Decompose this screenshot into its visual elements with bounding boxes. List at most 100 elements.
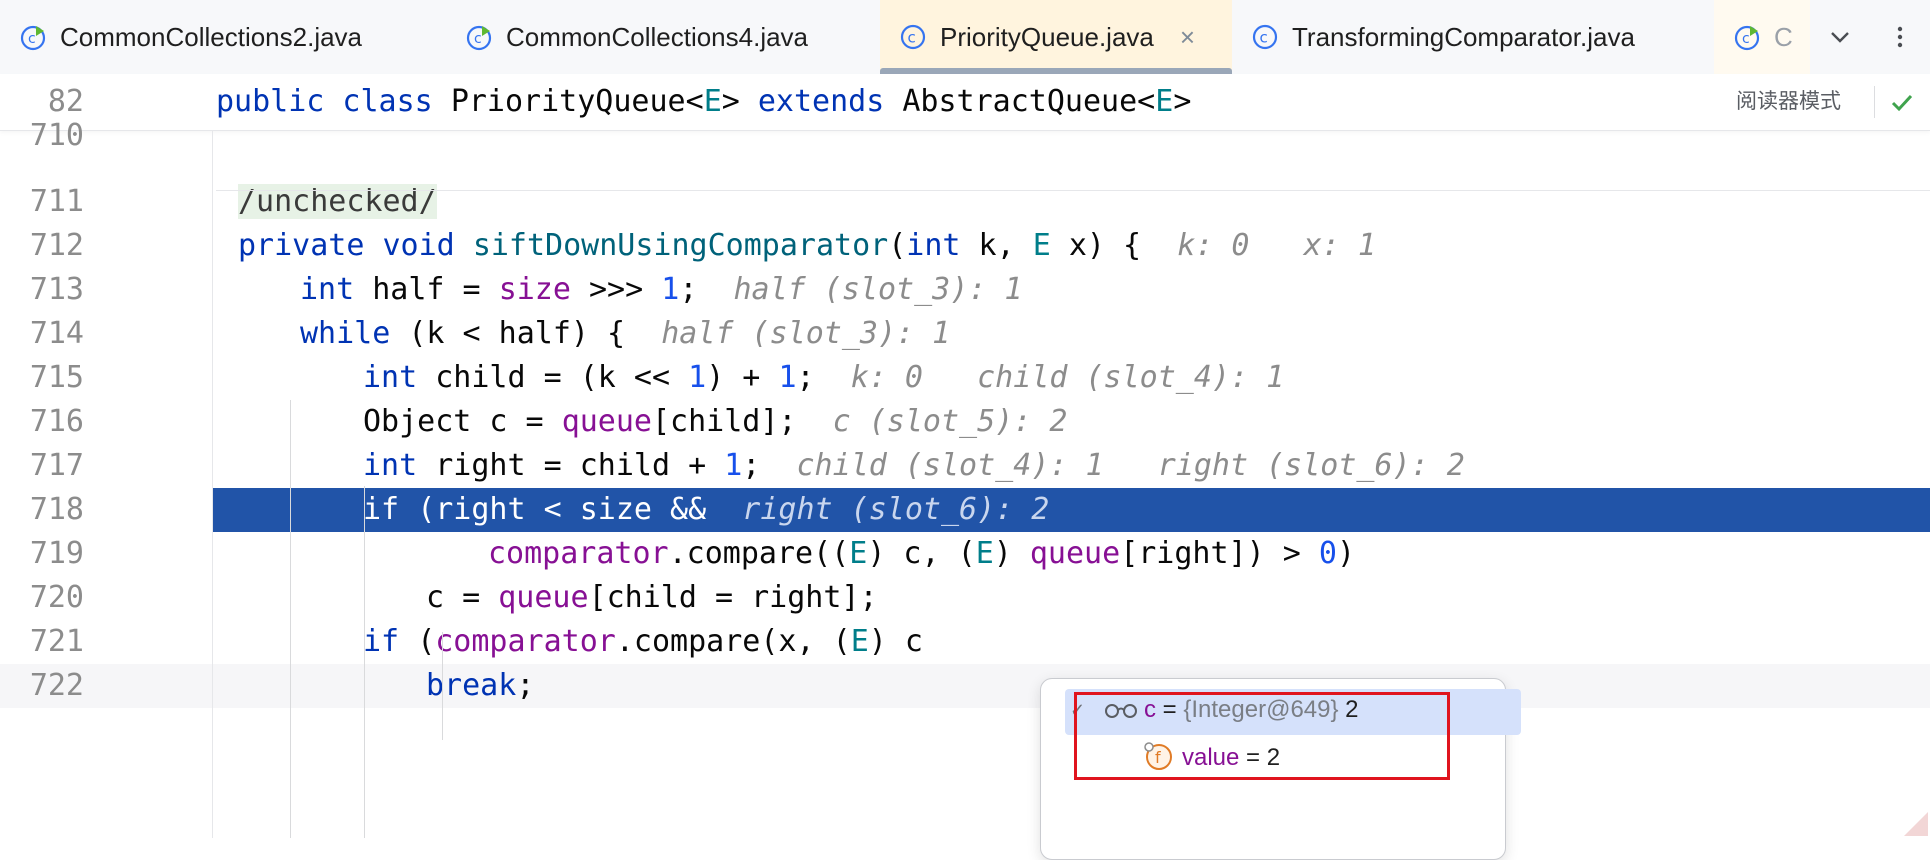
code-token: k, <box>978 228 1033 263</box>
line-number[interactable]: 714 <box>0 312 84 356</box>
code-token: 1 <box>724 448 743 483</box>
code-token: (right < size && <box>417 492 743 527</box>
code-token: [right]) > <box>1120 536 1319 571</box>
code-token: int <box>363 448 436 483</box>
code-token: int <box>363 360 436 395</box>
code-token: half = <box>372 272 499 307</box>
line-number[interactable]: 720 <box>0 576 84 620</box>
inline-debug-value: half (slot_3): 1 <box>733 272 1023 307</box>
separator <box>216 190 1930 191</box>
code-token: comparator <box>488 536 669 571</box>
code-line[interactable]: 714 while (k < half) { half (slot_3): 1 <box>0 312 1930 356</box>
code-token: comparator <box>435 624 616 659</box>
code-token: ( <box>417 624 436 659</box>
code-token: ) <box>993 536 1030 571</box>
line-number[interactable]: 716 <box>0 400 84 444</box>
more-vertical-icon[interactable] <box>1886 23 1914 51</box>
tab-commoncollections2[interactable]: c CommonCollections2.java <box>0 0 446 74</box>
line-number[interactable]: 719 <box>0 532 84 576</box>
code-content: int child = (k << 1) + 1; k: 0 child (sl… <box>363 356 1284 400</box>
code-content: if (comparator.compare(x, (E) c <box>363 620 923 664</box>
code-token: queue <box>498 580 589 615</box>
code-line[interactable]: 712 private void siftDownUsingComparator(… <box>0 224 1930 268</box>
tab-label: C <box>1774 21 1793 52</box>
code-token: E <box>1032 228 1069 263</box>
code-line[interactable]: 713 int half = size >>> 1; half (slot_3):… <box>0 268 1930 312</box>
java-class-icon: c <box>900 24 926 50</box>
tab-label: CommonCollections2.java <box>60 21 363 52</box>
code-token: int <box>906 228 979 263</box>
code-editor[interactable]: 710 711/unchecked/712 private void siftDow… <box>0 118 1930 838</box>
line-number[interactable]: 711 <box>0 180 84 224</box>
tab-label: TransformingComparator.java <box>1292 21 1635 52</box>
code-content: private void siftDownUsingComparator(int… <box>238 224 1376 268</box>
code-token: ) c, ( <box>867 536 976 571</box>
line-number[interactable]: 722 <box>0 664 84 708</box>
code-content: c = queue[child = right]; <box>426 576 878 620</box>
code-token: x) { <box>1068 228 1178 263</box>
java-class-icon: c <box>1252 24 1278 50</box>
indent-guide <box>290 400 291 838</box>
code-token: E <box>849 536 868 571</box>
code-token: ; <box>742 448 797 483</box>
code-content: int half = size >>> 1; half (slot_3): 1 <box>300 268 1022 312</box>
svg-text:c: c <box>1260 29 1268 47</box>
line-number[interactable]: 717 <box>0 444 84 488</box>
tab-label: CommonCollections4.java <box>506 21 809 52</box>
inline-debug-value: child (slot_4): 1 right (slot_6): 2 <box>796 448 1465 483</box>
line-number[interactable]: 712 <box>0 224 84 268</box>
line-number[interactable]: 713 <box>0 268 84 312</box>
code-token: >>> <box>570 272 662 307</box>
svg-text:c: c <box>908 29 916 47</box>
inline-debug-value: c (slot_5): 2 <box>832 404 1068 439</box>
code-token: (k < half) { <box>408 316 662 351</box>
red-annotation-box <box>1074 692 1450 780</box>
code-token: right = child + <box>435 448 725 483</box>
code-token: child = (k << <box>435 360 689 395</box>
code-line[interactable]: 711/unchecked/ <box>0 180 1930 224</box>
checkmark-icon[interactable] <box>1888 88 1916 116</box>
scroll-marker-icon <box>1904 812 1928 836</box>
code-token: E <box>975 536 994 571</box>
code-token: E <box>850 624 869 659</box>
code-token: 1 <box>661 272 680 307</box>
inline-debug-value: k: 0 child (slot_4): 1 <box>850 360 1285 395</box>
tab-priorityqueue[interactable]: c PriorityQueue.java × <box>880 0 1232 74</box>
indent-guide <box>442 632 443 740</box>
indent-guide <box>364 486 365 838</box>
java-class-runnable-icon: c <box>1734 25 1760 51</box>
code-line[interactable]: 710 <box>0 114 1930 158</box>
code-token: ; <box>679 272 734 307</box>
code-token: ) <box>1336 536 1355 571</box>
line-number[interactable]: 721 <box>0 620 84 664</box>
code-token: queue <box>1029 536 1121 571</box>
code-token: while <box>300 316 409 351</box>
inline-debug-value: k: 0 x: 1 <box>1177 228 1376 263</box>
code-token: if <box>363 624 418 659</box>
line-number[interactable]: 718 <box>0 488 212 532</box>
close-icon[interactable]: × <box>1180 22 1195 53</box>
code-content: int right = child + 1; child (slot_4): 1… <box>363 444 1465 488</box>
code-token: .compare(( <box>668 536 850 571</box>
code-token: Object c = <box>363 404 562 439</box>
code-token: [child]; <box>652 404 833 439</box>
chevron-down-icon[interactable] <box>1826 23 1854 51</box>
code-token: siftDownUsingComparator <box>472 228 889 263</box>
code-content: Object c = queue[child]; c (slot_5): 2 <box>363 400 1067 444</box>
tab-commoncollections4[interactable]: c CommonCollections4.java <box>446 0 880 74</box>
code-line[interactable]: 715 int child = (k << 1) + 1; k: 0 child … <box>0 356 1930 400</box>
java-class-runnable-icon: c <box>20 25 46 51</box>
code-token: ) + <box>706 360 779 395</box>
tab-overflow-partial[interactable]: c C <box>1714 0 1810 74</box>
code-token: private void <box>238 228 473 263</box>
line-number[interactable]: 715 <box>0 356 84 400</box>
tab-transformingcomparator[interactable]: c TransformingComparator.java <box>1232 0 1714 74</box>
code-token: [child = right]; <box>588 580 878 615</box>
code-token: ( <box>888 228 907 263</box>
code-token: if <box>363 492 418 527</box>
code-content: /unchecked/ <box>238 180 437 224</box>
code-content: while (k < half) { half (slot_3): 1 <box>300 312 950 356</box>
code-content: if (right < size && right (slot_6): 2 <box>363 488 1049 532</box>
inline-debug-value: right (slot_6): 2 <box>742 492 1050 527</box>
line-number[interactable]: 710 <box>0 114 84 158</box>
